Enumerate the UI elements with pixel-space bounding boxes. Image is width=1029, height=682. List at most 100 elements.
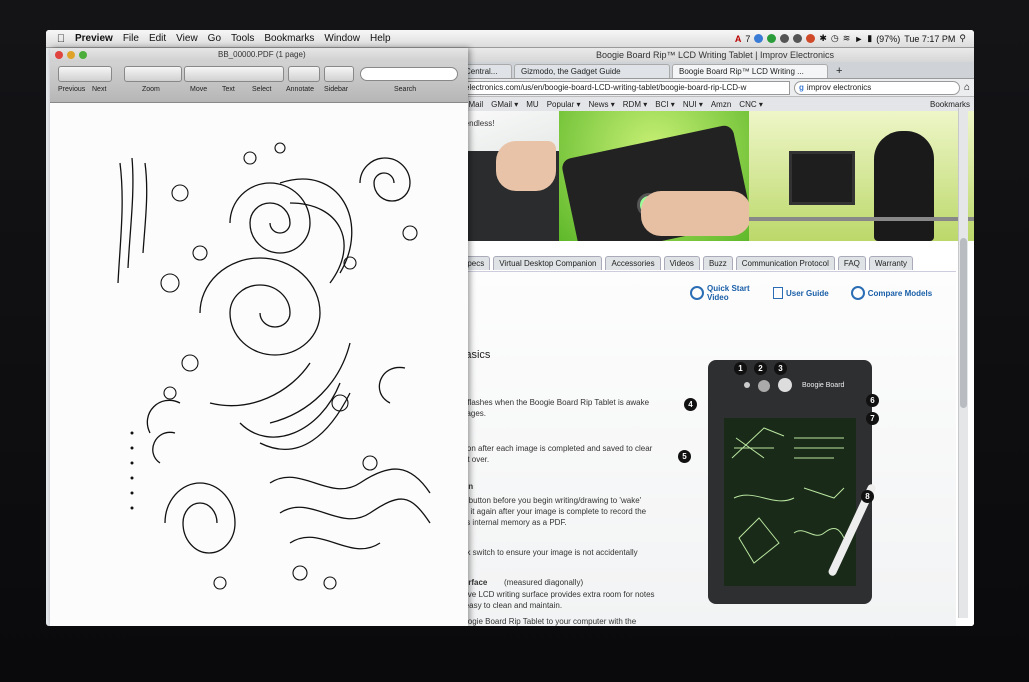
tool-buttons[interactable] — [184, 66, 284, 82]
wifi-icon[interactable]: ≋ — [843, 33, 851, 44]
finger-image — [641, 191, 749, 236]
zoom-label: Zoom — [142, 86, 160, 93]
status-area: A 7 ✱ ◷ ≋ ► ▮ (97%) Tue 7:17 PM ⚲ — [735, 30, 974, 47]
bookmark-item[interactable]: GMail ▾ — [491, 100, 518, 109]
bookmark-item[interactable]: News ▾ — [589, 100, 615, 109]
clock[interactable]: Tue 7:17 PM — [904, 34, 955, 44]
play-icon — [690, 286, 704, 300]
compare-models-link[interactable]: Compare Models — [850, 284, 933, 302]
doodle-drawing — [117, 142, 431, 590]
preview-window: BB_00000.PDF (1 page) Previous Next Zoom… — [50, 48, 468, 626]
tab-buzz[interactable]: Buzz — [702, 256, 733, 270]
menu-go[interactable]: Go — [203, 33, 226, 44]
tab-warranty[interactable]: Warranty — [868, 256, 914, 270]
prev-next-buttons[interactable] — [58, 66, 112, 82]
bookmark-item[interactable]: NUI ▾ — [683, 100, 703, 109]
menu-bookmarks[interactable]: Bookmarks — [259, 33, 319, 44]
menu-help[interactable]: Help — [365, 33, 396, 44]
minimize-button[interactable] — [67, 51, 75, 59]
body-text: Boogie Board Rip Tablet to your computer… — [458, 617, 637, 626]
quick-start-label: Quick Start Video — [707, 284, 750, 302]
bookmark-item[interactable]: Popular ▾ — [547, 100, 581, 109]
status-icon[interactable] — [806, 34, 816, 43]
bookmark-item[interactable]: CNC ▾ — [739, 100, 763, 109]
tab-gizmodo[interactable]: Gizmodo, the Gadget Guide — [514, 64, 670, 78]
time-machine-icon[interactable]: ◷ — [831, 33, 839, 44]
bluetooth-icon[interactable]: ✱ — [819, 33, 827, 44]
menu-bar:  Preview File Edit View Go Tools Bookma… — [46, 30, 974, 48]
text-label: Text — [222, 86, 235, 93]
body-text: ock switch to ensure your image is not a… — [458, 548, 638, 557]
menu-app[interactable]: Preview — [70, 33, 118, 44]
spotlight-icon[interactable]: ⚲ — [959, 33, 966, 44]
annotate-button[interactable] — [288, 66, 320, 82]
user-guide-link[interactable]: User Guide — [773, 284, 829, 302]
scrollbar[interactable] — [958, 108, 968, 618]
compare-models-label: Compare Models — [867, 288, 933, 298]
zoom-buttons[interactable] — [124, 66, 182, 82]
hand-image — [496, 141, 556, 191]
document-title: BB_00000.PDF (1 page) — [218, 50, 306, 59]
hero-banner: e endless! — [456, 111, 974, 241]
zoom-button[interactable] — [79, 51, 87, 59]
tab-boogie-board[interactable]: Boogie Board Rip™ LCD Writing ... — [672, 64, 828, 78]
hero-image-desk — [749, 111, 974, 241]
tab-virtual-desktop[interactable]: Virtual Desktop Companion — [493, 256, 603, 270]
status-icon[interactable] — [754, 34, 764, 43]
hero-image-pen: e endless! — [456, 111, 559, 241]
pdf-page — [50, 103, 468, 626]
callout-5: 5 — [678, 450, 691, 463]
battery-percent: (97%) — [876, 33, 901, 44]
callout-8: 8 — [861, 490, 874, 503]
home-icon[interactable]: ⌂ — [964, 82, 970, 93]
tablet-button — [778, 378, 792, 392]
tab-accessories[interactable]: Accessories — [605, 256, 661, 270]
menu-edit[interactable]: Edit — [144, 33, 171, 44]
volume-icon[interactable]: ► — [854, 34, 863, 44]
menu-tools[interactable]: Tools — [226, 33, 259, 44]
menu-file[interactable]: File — [118, 33, 144, 44]
menu-view[interactable]: View — [171, 33, 203, 44]
bookmark-item[interactable]: BCI ▾ — [655, 100, 675, 109]
compare-icon — [850, 286, 865, 300]
next-label: Next — [92, 86, 107, 93]
callout-1: 1 — [734, 362, 747, 375]
status-icon[interactable] — [767, 34, 777, 43]
callout-6: 6 — [866, 394, 879, 407]
search-field[interactable]: g improv electronics — [793, 80, 960, 95]
battery-icon[interactable]: ▮ — [867, 33, 872, 44]
apple-menu-icon[interactable]:  — [52, 33, 70, 45]
menu-window[interactable]: Window — [319, 33, 365, 44]
tab-videos[interactable]: Videos — [663, 256, 700, 270]
callout-2: 2 — [754, 362, 767, 375]
move-label: Move — [190, 86, 208, 93]
tablet-brand: Boogie Board — [802, 382, 845, 389]
bookmark-item[interactable]: MU — [526, 100, 538, 109]
tab-communication-protocol[interactable]: Communication Protocol — [735, 256, 835, 270]
sidebar-button[interactable] — [324, 66, 354, 82]
bookmark-item[interactable]: Amzn — [711, 100, 731, 109]
person-image — [874, 131, 934, 241]
body-text: (measured diagonally) — [504, 578, 584, 587]
address-bar[interactable]: electronics.com/us/en/boogie-board-LCD-w… — [460, 80, 790, 95]
tab-faq[interactable]: FAQ — [837, 256, 866, 270]
bookmark-item[interactable]: RDM ▾ — [623, 100, 647, 109]
callout-7: 7 — [866, 412, 879, 425]
browser-window: Boogie Board Rip™ LCD Writing Tablet | I… — [456, 48, 974, 626]
status-icon[interactable] — [793, 34, 803, 43]
quick-start-link[interactable]: Quick Start Video — [690, 284, 751, 302]
close-button[interactable] — [55, 51, 63, 59]
new-tab-button[interactable]: + — [830, 65, 848, 78]
adobe-icon[interactable]: A — [735, 34, 742, 44]
browser-title: Boogie Board Rip™ LCD Writing Tablet | I… — [456, 48, 974, 62]
status-icon[interactable] — [780, 34, 790, 43]
sidebar-label: Sidebar — [324, 86, 349, 93]
hero-image-button — [559, 111, 749, 241]
body-text: ish it again after your image is complet… — [458, 507, 647, 516]
tab-bar: Central... Gizmodo, the Gadget Guide Boo… — [456, 62, 974, 79]
preview-search-field[interactable] — [360, 67, 458, 81]
scrollbar-thumb[interactable] — [960, 238, 967, 408]
address-row: electronics.com/us/en/boogie-board-LCD-w… — [456, 79, 974, 97]
body-text: o easy to clean and maintain. — [458, 601, 563, 610]
callout-3: 3 — [774, 362, 787, 375]
